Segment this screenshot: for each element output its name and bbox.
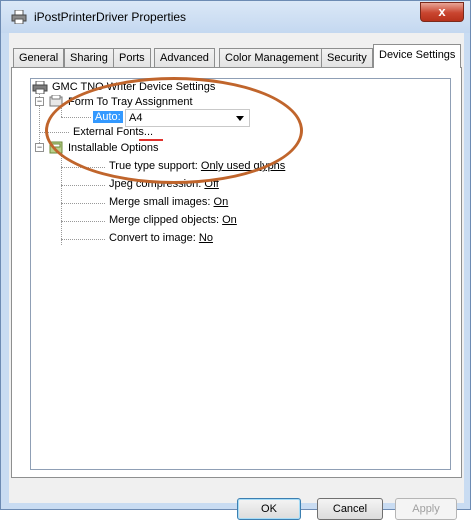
option-true-type-support[interactable]: True type support: Only used glyphs xyxy=(109,160,285,172)
title-bar: iPostPrinterDriver Properties x xyxy=(1,1,470,33)
printer-icon xyxy=(32,81,48,94)
tree-connector xyxy=(39,132,69,133)
option-label: Merge clipped objects: xyxy=(109,214,220,226)
options-icon xyxy=(49,141,63,154)
apply-button[interactable]: Apply xyxy=(395,498,457,520)
form-to-tray-label[interactable]: Form To Tray Assignment xyxy=(68,96,193,108)
tab-ports[interactable]: Ports xyxy=(113,48,151,67)
annotation-underline xyxy=(139,139,163,141)
paper-size-value: A4 xyxy=(129,112,143,124)
tree-root-label[interactable]: GMC TNO Writer Device Settings xyxy=(52,81,215,93)
settings-tree[interactable]: GMC TNO Writer Device Settings − Form To… xyxy=(30,78,451,470)
tree-connector xyxy=(61,221,105,222)
tray-icon xyxy=(49,95,63,107)
auto-label[interactable]: Auto: xyxy=(93,111,123,123)
tree-connector xyxy=(61,155,62,245)
dialog-client-area: General Sharing Ports Advanced Color Man… xyxy=(9,33,464,520)
chevron-down-icon xyxy=(236,116,244,121)
option-value[interactable]: Only used glyphs xyxy=(201,160,285,172)
close-button[interactable]: x xyxy=(420,2,464,22)
window-title: iPostPrinterDriver Properties xyxy=(34,10,187,24)
option-label: Merge small images: xyxy=(109,196,211,208)
collapse-icon[interactable]: − xyxy=(35,143,44,152)
properties-dialog: iPostPrinterDriver Properties x General … xyxy=(0,0,471,520)
cancel-button[interactable]: Cancel xyxy=(317,498,383,520)
tab-strip: General Sharing Ports Advanced Color Man… xyxy=(9,44,464,68)
tab-security[interactable]: Security xyxy=(321,48,373,67)
option-convert-to-image[interactable]: Convert to image: No xyxy=(109,232,213,244)
collapse-icon[interactable]: − xyxy=(35,97,44,106)
tab-general[interactable]: General xyxy=(13,48,65,67)
tab-color-management[interactable]: Color Management xyxy=(219,48,325,67)
close-icon: x xyxy=(438,4,446,19)
tree-connector xyxy=(61,203,105,204)
option-merge-clipped-objects[interactable]: Merge clipped objects: On xyxy=(109,214,237,226)
option-label: Convert to image: xyxy=(109,232,196,244)
installable-options-label[interactable]: Installable Options xyxy=(68,142,159,154)
option-label: True type support: xyxy=(109,160,198,172)
printer-icon xyxy=(11,10,27,24)
ok-button[interactable]: OK xyxy=(237,498,301,520)
tree-connector xyxy=(61,167,105,168)
option-value[interactable]: On xyxy=(222,214,237,226)
option-value[interactable]: No xyxy=(199,232,213,244)
external-fonts-item[interactable]: External Fonts... xyxy=(73,126,153,138)
option-value[interactable]: On xyxy=(214,196,229,208)
tree-connector xyxy=(61,117,91,118)
option-label: Jpeg compression: xyxy=(109,178,202,190)
option-value[interactable]: Off xyxy=(204,178,218,190)
tab-advanced[interactable]: Advanced xyxy=(154,48,215,67)
device-settings-panel: GMC TNO Writer Device Settings − Form To… xyxy=(11,67,462,478)
tab-device-settings[interactable]: Device Settings xyxy=(373,44,462,68)
paper-size-dropdown[interactable]: A4 xyxy=(125,109,250,127)
tree-connector xyxy=(61,185,105,186)
tree-connector xyxy=(61,239,105,240)
option-jpeg-compression[interactable]: Jpeg compression: Off xyxy=(109,178,219,190)
tab-sharing[interactable]: Sharing xyxy=(64,48,114,67)
option-merge-small-images[interactable]: Merge small images: On xyxy=(109,196,228,208)
